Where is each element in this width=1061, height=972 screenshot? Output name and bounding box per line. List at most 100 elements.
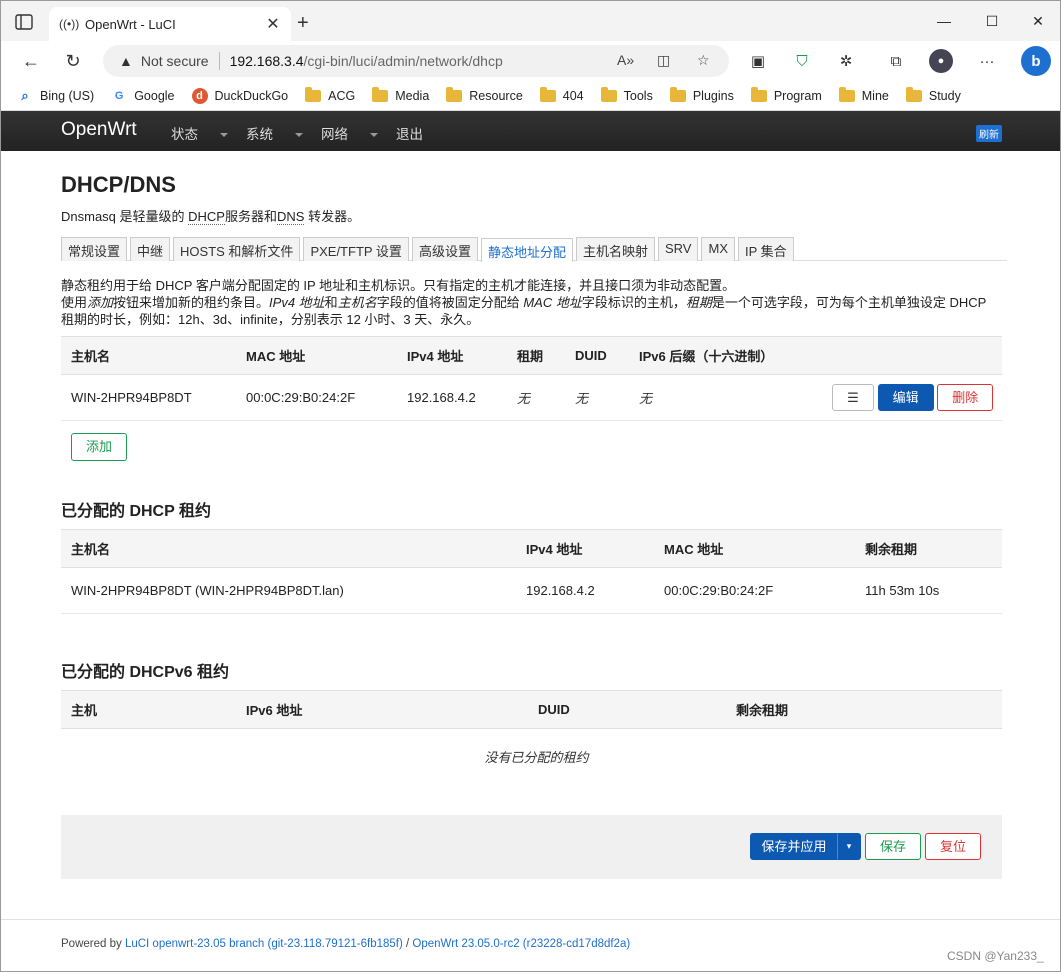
static-lease-info: 静态租约用于给 DHCP 客户端分配固定的 IP 地址和主机标识。只有指定的主机… [61, 277, 1007, 328]
folder-icon [539, 86, 556, 102]
bookmark-duckduckgo[interactable]: d DuckDuckGo [191, 87, 288, 104]
new-tab-icon[interactable]: + [297, 13, 309, 33]
close-window-icon[interactable]: ✕ [1015, 1, 1060, 41]
menu-label: 网络 [321, 127, 348, 142]
save-apply-dropdown-icon[interactable]: ▾ [837, 833, 861, 860]
tab-hosts[interactable]: HOSTS 和解析文件 [173, 237, 301, 261]
edit-button[interactable]: 编辑 [877, 384, 934, 411]
cell-mac: 00:0C:29:B0:24:2F [236, 374, 397, 421]
add-button[interactable]: 添加 [71, 433, 127, 461]
bookmark-folder[interactable]: Resource [446, 86, 523, 103]
column-header: MAC 地址 [236, 336, 397, 375]
maximize-icon[interactable]: ☐ [969, 1, 1015, 41]
tab-ipsets[interactable]: IP 集合 [737, 237, 794, 261]
footer-text: Powered by [61, 938, 125, 950]
tab-hostnames[interactable]: 主机名映射 [575, 237, 655, 261]
cell-remaining: 11h 53m 10s [855, 567, 1002, 614]
back-icon[interactable]: ← [19, 49, 43, 73]
cell-lease: 无 [507, 374, 565, 421]
column-header: DUID [565, 336, 629, 375]
column-header: 主机 [61, 690, 236, 729]
cell-mac: 00:0C:29:B0:24:2F [654, 567, 855, 614]
bing-copilot-icon[interactable]: b [1021, 46, 1051, 76]
refresh-badge[interactable]: 刷新 [976, 125, 1002, 142]
tab-advanced[interactable]: 高级设置 [411, 237, 478, 261]
tab-relay[interactable]: 中继 [130, 237, 171, 261]
column-header: 主机名 [61, 336, 236, 375]
menu-logout[interactable]: 退出 [396, 123, 423, 143]
dhcpv6-leases-table: 主机 IPv6 地址 DUID 剩余租期 没有已分配的租约 [61, 690, 1002, 787]
bookmark-folder[interactable]: 404 [539, 86, 584, 103]
tab-general[interactable]: 常规设置 [61, 237, 128, 261]
close-tab-icon[interactable]: ✕ [265, 14, 281, 34]
tab-pxe-tftp[interactable]: PXE/TFTP 设置 [303, 237, 409, 261]
browser-tab[interactable]: ((•)) OpenWrt - LuCI ✕ [49, 7, 291, 41]
info-line: 租期的时长，例如：12h、3d、infinite，分别表示 12 小时、3 天、… [61, 312, 480, 327]
ipv6-value: 无 [639, 391, 653, 406]
menu-status[interactable]: 状态 [171, 123, 228, 143]
split-screen-icon[interactable]: ◫ [657, 52, 670, 69]
bookmark-folder[interactable]: Tools [600, 86, 653, 103]
shield-icon[interactable]: ⛉ [790, 49, 814, 73]
column-header: MAC 地址 [654, 529, 855, 568]
table-header-row: 主机名 IPv4 地址 MAC 地址 剩余租期 [61, 529, 1002, 568]
openwrt-link[interactable]: OpenWrt 23.05.0-rc2 (r23228-cd17d8df2a) [412, 938, 630, 950]
column-header: 剩余租期 [855, 529, 1002, 568]
bookmark-folder[interactable]: Study [905, 86, 961, 103]
not-secure-label: Not secure [140, 53, 209, 69]
minimize-icon[interactable]: — [921, 1, 967, 41]
favorite-star-icon[interactable]: ☆ [697, 52, 710, 69]
bookmark-folder[interactable]: Program [750, 86, 822, 103]
refresh-icon[interactable]: ↻ [61, 49, 85, 73]
dhcpv6-leases-title: 已分配的 DHCPv6 租约 [61, 664, 230, 681]
menu-label: 状态 [171, 127, 198, 142]
reset-button[interactable]: 复位 [925, 833, 981, 860]
empty-message: 没有已分配的租约 [484, 750, 589, 765]
url-box[interactable]: ▲ Not secure 192.168.3.4/cgi-bin/luci/ad… [103, 45, 729, 77]
dns-abbr: DNS [277, 209, 305, 225]
save-button[interactable]: 保存 [865, 833, 921, 860]
column-header: 租期 [507, 336, 565, 375]
bookmark-folder[interactable]: Mine [838, 86, 889, 103]
warning-icon: ▲ [119, 53, 133, 69]
duid-value: 无 [575, 391, 589, 406]
bookmark-label: Media [395, 88, 430, 103]
profile-avatar[interactable]: ● [929, 49, 953, 73]
read-aloud-icon[interactable]: A» [617, 52, 634, 68]
bookmark-folder[interactable]: Plugins [669, 86, 734, 103]
caret-down-icon [295, 133, 303, 138]
tab-actions-icon[interactable] [15, 14, 33, 30]
info-em: 租期 [685, 295, 712, 310]
url-host: 192.168.3.4 [229, 53, 304, 69]
info-em: MAC 地址 [523, 295, 582, 310]
luci-link[interactable]: LuCI openwrt-23.05 branch (git-23.118.79… [125, 938, 403, 950]
bookmark-label: Google [134, 88, 175, 103]
column-header: IPv4 地址 [397, 336, 507, 375]
bookmark-folder[interactable]: Media [372, 86, 430, 103]
menu-system[interactable]: 系统 [246, 123, 303, 143]
column-header: 剩余租期 [726, 690, 1002, 729]
bookmark-folder[interactable]: ACG [305, 86, 356, 103]
brand-logo[interactable]: OpenWrt [61, 119, 137, 141]
tab-static-leases[interactable]: 静态地址分配 [480, 238, 573, 262]
extension-icon[interactable]: ▣ [746, 49, 770, 73]
menu-label: 系统 [246, 127, 273, 142]
delete-button[interactable]: 删除 [937, 384, 994, 411]
menu-network[interactable]: 网络 [321, 123, 378, 143]
footer-text: / [402, 938, 413, 950]
dhcp-abbr: DHCP [188, 209, 225, 225]
footer: Powered by LuCI openwrt-23.05 branch (gi… [61, 938, 630, 950]
drag-menu-button[interactable]: ☰ [832, 384, 874, 411]
bookmark-label: ACG [328, 88, 356, 103]
tab-srv[interactable]: SRV [657, 237, 699, 261]
bookmark-label: Resource [469, 88, 523, 103]
bookmark-google[interactable]: G Google [111, 88, 175, 104]
more-menu-icon[interactable]: ··· [975, 49, 999, 73]
collections-icon[interactable]: ⧉ [884, 49, 908, 73]
extensions-puzzle-icon[interactable]: ✲ [834, 49, 858, 73]
bookmark-bing[interactable]: ⌕ Bing (US) [17, 88, 94, 104]
tab-mx[interactable]: MX [701, 237, 735, 261]
info-em: 添加 [87, 295, 114, 310]
desc-text: 服务器和 [224, 209, 277, 224]
save-apply-button[interactable]: 保存并应用 [750, 833, 838, 860]
